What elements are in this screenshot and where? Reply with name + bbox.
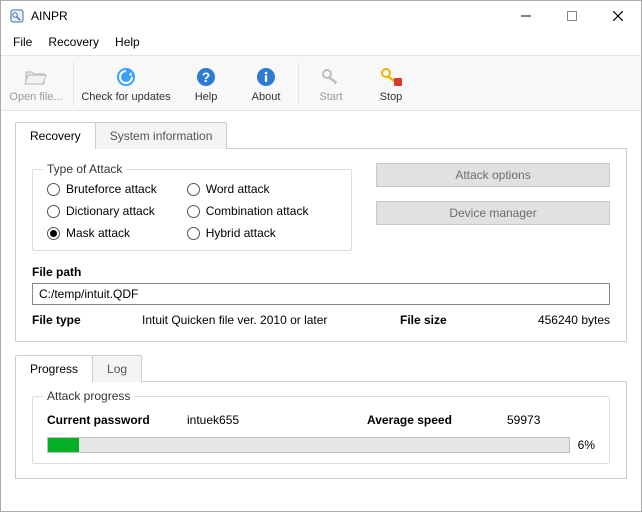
- svg-text:?: ?: [202, 69, 211, 85]
- average-speed-label: Average speed: [367, 413, 507, 427]
- key-stop-icon: [379, 65, 403, 89]
- progress-bar-fill: [48, 438, 79, 452]
- file-size-value: 456240 bytes: [480, 313, 610, 327]
- content-area: Recovery System information Type of Atta…: [1, 111, 641, 511]
- menu-help[interactable]: Help: [109, 33, 146, 51]
- radio-mask[interactable]: Mask attack: [47, 226, 157, 240]
- file-path-label: File path: [32, 265, 610, 279]
- folder-open-icon: [24, 65, 48, 89]
- tab-progress[interactable]: Progress: [15, 355, 93, 382]
- menu-file[interactable]: File: [7, 33, 38, 51]
- toolbar: Open file... Check for updates ? Help Ab…: [1, 55, 641, 111]
- menu-bar: File Recovery Help: [1, 31, 641, 55]
- progress-panel: Attack progress Current password intuek6…: [15, 382, 627, 479]
- attack-type-title: Type of Attack: [43, 162, 126, 176]
- close-button[interactable]: [595, 1, 641, 31]
- help-label: Help: [195, 91, 218, 103]
- check-updates-button[interactable]: Check for updates: [76, 58, 176, 110]
- help-button[interactable]: ? Help: [176, 58, 236, 110]
- refresh-icon: [114, 65, 138, 89]
- attack-options-button[interactable]: Attack options: [376, 163, 610, 187]
- attack-progress-group: Attack progress Current password intuek6…: [32, 396, 610, 464]
- file-path-input[interactable]: [32, 283, 610, 305]
- file-size-label: File size: [400, 313, 480, 327]
- progress-tabs: Progress Log: [15, 354, 627, 382]
- device-manager-button[interactable]: Device manager: [376, 201, 610, 225]
- about-button[interactable]: About: [236, 58, 296, 110]
- menu-recovery[interactable]: Recovery: [42, 33, 105, 51]
- stop-button[interactable]: Stop: [361, 58, 421, 110]
- file-type-value: Intuit Quicken file ver. 2010 or later: [142, 313, 400, 327]
- open-file-label: Open file...: [9, 91, 62, 103]
- title-bar: AINPR: [1, 1, 641, 31]
- maximize-button[interactable]: [549, 1, 595, 31]
- window-title: AINPR: [31, 9, 68, 23]
- about-label: About: [252, 91, 281, 103]
- average-speed-value: 59973: [507, 413, 540, 427]
- progress-bar: [47, 437, 570, 453]
- start-label: Start: [319, 91, 342, 103]
- stop-label: Stop: [380, 91, 403, 103]
- main-window: AINPR File Recovery Help Open file... Ch…: [0, 0, 642, 512]
- attack-progress-title: Attack progress: [43, 389, 134, 403]
- info-icon: [254, 65, 278, 89]
- progress-percent: 6%: [578, 438, 595, 452]
- tab-log[interactable]: Log: [92, 355, 142, 382]
- minimize-button[interactable]: [503, 1, 549, 31]
- start-button[interactable]: Start: [301, 58, 361, 110]
- help-icon: ?: [194, 65, 218, 89]
- main-tabs: Recovery System information: [15, 121, 627, 149]
- recovery-panel: Type of Attack Bruteforce attack Diction…: [15, 149, 627, 342]
- tab-recovery[interactable]: Recovery: [15, 122, 96, 149]
- tab-system-information[interactable]: System information: [95, 122, 228, 149]
- current-password-value: intuek655: [187, 413, 367, 427]
- app-icon: [9, 8, 25, 24]
- open-file-button[interactable]: Open file...: [1, 58, 71, 110]
- radio-word[interactable]: Word attack: [187, 182, 309, 196]
- radio-combination[interactable]: Combination attack: [187, 204, 309, 218]
- key-start-icon: [319, 65, 343, 89]
- attack-type-group: Type of Attack Bruteforce attack Diction…: [32, 169, 352, 251]
- file-type-label: File type: [32, 313, 142, 327]
- radio-bruteforce[interactable]: Bruteforce attack: [47, 182, 157, 196]
- current-password-label: Current password: [47, 413, 187, 427]
- check-updates-label: Check for updates: [81, 91, 170, 103]
- radio-hybrid[interactable]: Hybrid attack: [187, 226, 309, 240]
- radio-dictionary[interactable]: Dictionary attack: [47, 204, 157, 218]
